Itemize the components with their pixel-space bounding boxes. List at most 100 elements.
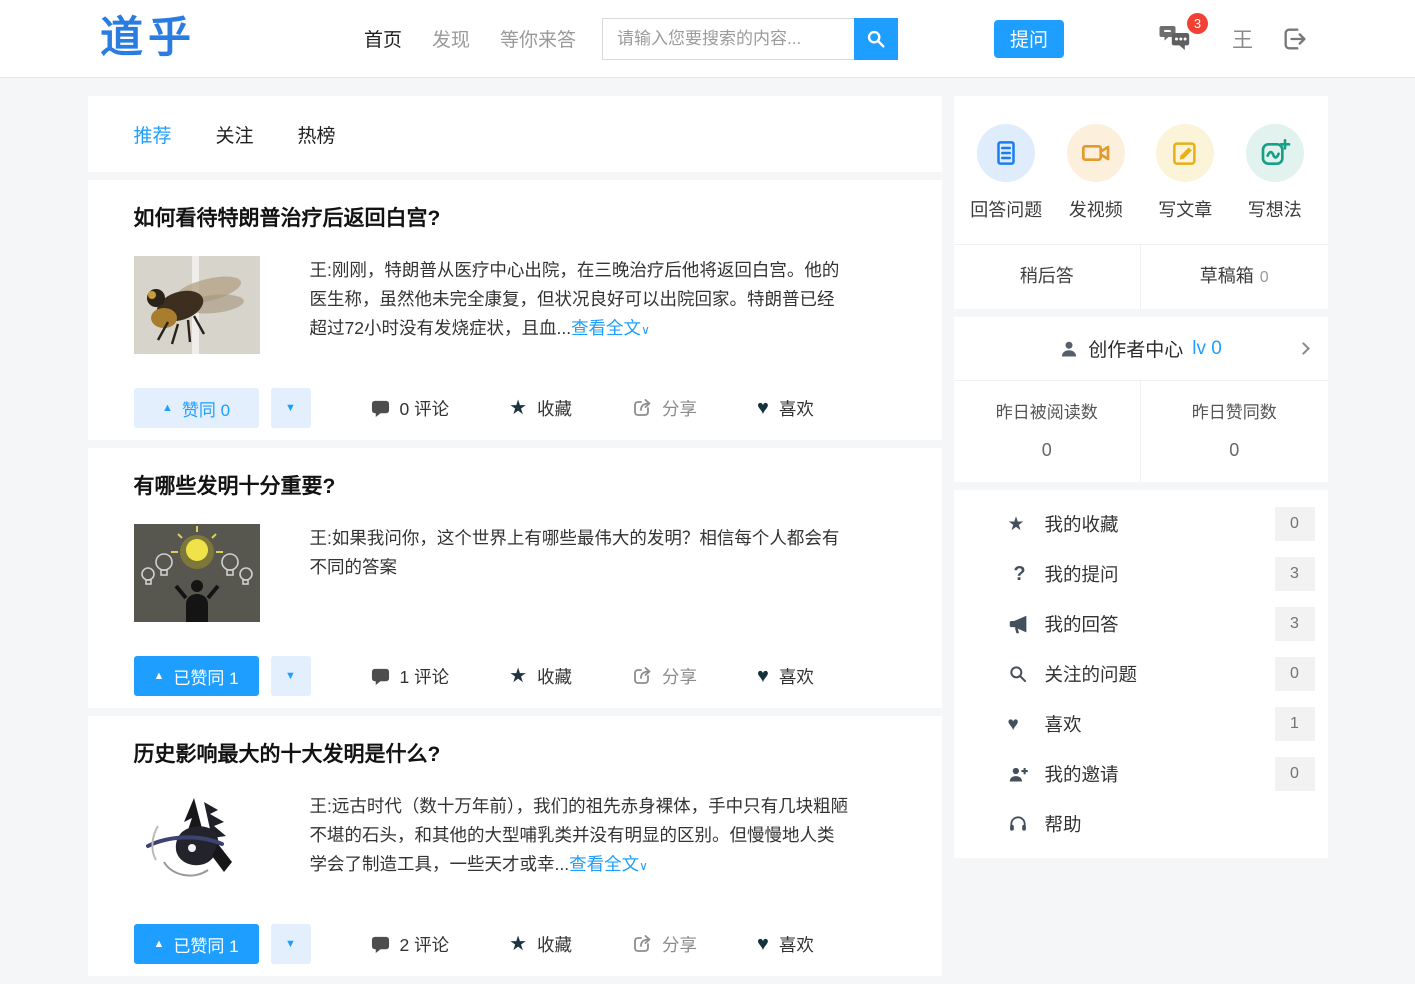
question-card: 有哪些发明十分重要? [88, 448, 942, 708]
collect-button[interactable]: ★ 收藏 [509, 664, 572, 689]
question-title[interactable]: 历史影响最大的十大发明是什么? [134, 738, 896, 768]
downvote-button[interactable]: ▼ [271, 388, 311, 428]
share-icon [632, 398, 652, 418]
tab-hot[interactable]: 热榜 [298, 121, 336, 148]
upvote-button[interactable]: ▲已赞同 1 [134, 656, 259, 696]
comments-button[interactable]: 1 评论 [371, 664, 450, 689]
count-badge: 1 [1275, 707, 1315, 741]
share-button[interactable]: 分享 [632, 664, 697, 689]
comment-icon [371, 667, 390, 686]
question-thumbnail[interactable] [134, 256, 260, 354]
question-thumbnail[interactable] [134, 524, 260, 622]
stat-yesterday-upvotes: 昨日赞同数 0 [1141, 381, 1328, 482]
creation-panel: 回答问题 发视频 [954, 96, 1328, 309]
star-icon: ★ [509, 398, 527, 418]
messages-button[interactable]: 3 [1159, 25, 1192, 53]
magnifier-icon [1008, 664, 1032, 684]
search-input[interactable] [602, 18, 854, 60]
messages-icon [1159, 25, 1192, 53]
read-more-link[interactable]: 查看全文∨ [571, 318, 650, 338]
count-badge: 0 [1275, 657, 1315, 691]
upvote-button[interactable]: ▲已赞同 1 [134, 924, 259, 964]
nav-discover[interactable]: 发现 [432, 25, 470, 52]
question-excerpt: 王:刚刚，特朗普从医疗中心出院，在三晚治疗后他将返回白宫。他的医生称，虽然他未完… [310, 256, 850, 354]
comment-icon [371, 935, 390, 954]
creator-level: lv 0 [1192, 338, 1222, 360]
count-badge: 0 [1275, 507, 1315, 541]
chevron-right-icon [1297, 342, 1310, 355]
menu-help[interactable]: 帮助 [954, 799, 1328, 849]
megaphone-icon [1008, 614, 1032, 635]
question-thumbnail[interactable] [134, 792, 260, 890]
heart-icon: ♥ [757, 666, 769, 686]
upvote-icon: ▲ [162, 402, 173, 414]
drafts-button[interactable]: 草稿箱0 [1141, 245, 1328, 309]
share-button[interactable]: 分享 [632, 932, 697, 957]
downvote-icon: ▼ [285, 402, 296, 414]
count-badge: 3 [1275, 607, 1315, 641]
downvote-icon: ▼ [285, 670, 296, 682]
question-card: 如何看待特朗普治疗后返回白宫? 王:刚刚，特朗普从医疗中 [88, 180, 942, 440]
star-icon: ★ [509, 666, 527, 686]
site-logo[interactable]: 道乎 [100, 17, 196, 60]
feed-tabs: 推荐 关注 热榜 [88, 96, 942, 172]
menu-likes[interactable]: ♥ 喜欢 1 [954, 699, 1328, 749]
answer-later-button[interactable]: 稍后答 [954, 245, 1142, 309]
like-button[interactable]: ♥ 喜欢 [757, 396, 814, 421]
collect-button[interactable]: ★ 收藏 [509, 396, 572, 421]
question-title[interactable]: 有哪些发明十分重要? [134, 470, 896, 500]
creator-center-link[interactable]: 创作者中心 lv 0 [954, 317, 1328, 381]
collect-button[interactable]: ★ 收藏 [509, 932, 572, 957]
write-thought-icon [1246, 124, 1304, 182]
menu-followed-questions[interactable]: 关注的问题 0 [954, 649, 1328, 699]
like-button[interactable]: ♥ 喜欢 [757, 664, 814, 689]
menu-my-answers[interactable]: 我的回答 3 [954, 599, 1328, 649]
feed-column: 推荐 关注 热榜 如何看待特朗普治疗后返回白宫? [88, 96, 942, 984]
answer-question-action[interactable]: 回答问题 [962, 124, 1052, 222]
nav-home[interactable]: 首页 [364, 25, 402, 52]
notification-badge: 3 [1187, 13, 1208, 34]
menu-my-collections[interactable]: ★ 我的收藏 0 [954, 499, 1328, 549]
heart-icon: ♥ [757, 398, 769, 418]
logout-button[interactable] [1281, 25, 1309, 53]
like-button[interactable]: ♥ 喜欢 [757, 932, 814, 957]
read-more-link[interactable]: 查看全文∨ [569, 854, 648, 874]
comments-button[interactable]: 0 评论 [371, 396, 450, 421]
tab-follow[interactable]: 关注 [216, 121, 254, 148]
question-card: 历史影响最大的十大发明是什么? 王:远古时代（数十万年前 [88, 716, 942, 976]
tab-recommend[interactable]: 推荐 [134, 121, 172, 148]
creator-center-panel: 创作者中心 lv 0 昨日被阅读数 0 昨日赞同数 0 [954, 317, 1328, 482]
share-icon [632, 666, 652, 686]
write-article-action[interactable]: 写文章 [1141, 124, 1231, 222]
ask-question-button[interactable]: 提问 [994, 20, 1064, 58]
search-button[interactable] [854, 18, 898, 60]
search-bar [602, 18, 898, 60]
sidebar: 回答问题 发视频 [954, 96, 1328, 858]
stat-yesterday-reads: 昨日被阅读数 0 [954, 381, 1142, 482]
video-camera-icon [1067, 124, 1125, 182]
star-icon: ★ [509, 934, 527, 954]
top-navbar: 道乎 首页 发现 等你来答 提问 3 王 [0, 0, 1415, 78]
count-badge: 3 [1275, 557, 1315, 591]
menu-my-invitations[interactable]: 我的邀请 0 [954, 749, 1328, 799]
share-icon [632, 934, 652, 954]
downvote-button[interactable]: ▼ [271, 924, 311, 964]
invite-person-icon [1008, 764, 1032, 785]
upvote-button[interactable]: ▲赞同 0 [134, 388, 259, 428]
write-thought-action[interactable]: 写想法 [1230, 124, 1320, 222]
nav-waiting-answer[interactable]: 等你来答 [500, 25, 576, 52]
share-button[interactable]: 分享 [632, 396, 697, 421]
question-title[interactable]: 如何看待特朗普治疗后返回白宫? [134, 202, 896, 232]
menu-my-questions[interactable]: ? 我的提问 3 [954, 549, 1328, 599]
question-actions: ▲已赞同 1 ▼ 1 评论 ★ 收藏 [134, 656, 896, 696]
downvote-button[interactable]: ▼ [271, 656, 311, 696]
question-actions: ▲赞同 0 ▼ 0 评论 ★ 收藏 [134, 388, 896, 428]
comments-button[interactable]: 2 评论 [371, 932, 450, 957]
post-video-action[interactable]: 发视频 [1051, 124, 1141, 222]
question-mark-icon: ? [1008, 564, 1032, 584]
heart-icon: ♥ [757, 934, 769, 954]
chevron-down-icon: ∨ [641, 323, 650, 337]
username[interactable]: 王 [1232, 24, 1253, 54]
main-nav: 首页 发现 等你来答 [364, 25, 576, 52]
logout-icon [1281, 25, 1309, 53]
